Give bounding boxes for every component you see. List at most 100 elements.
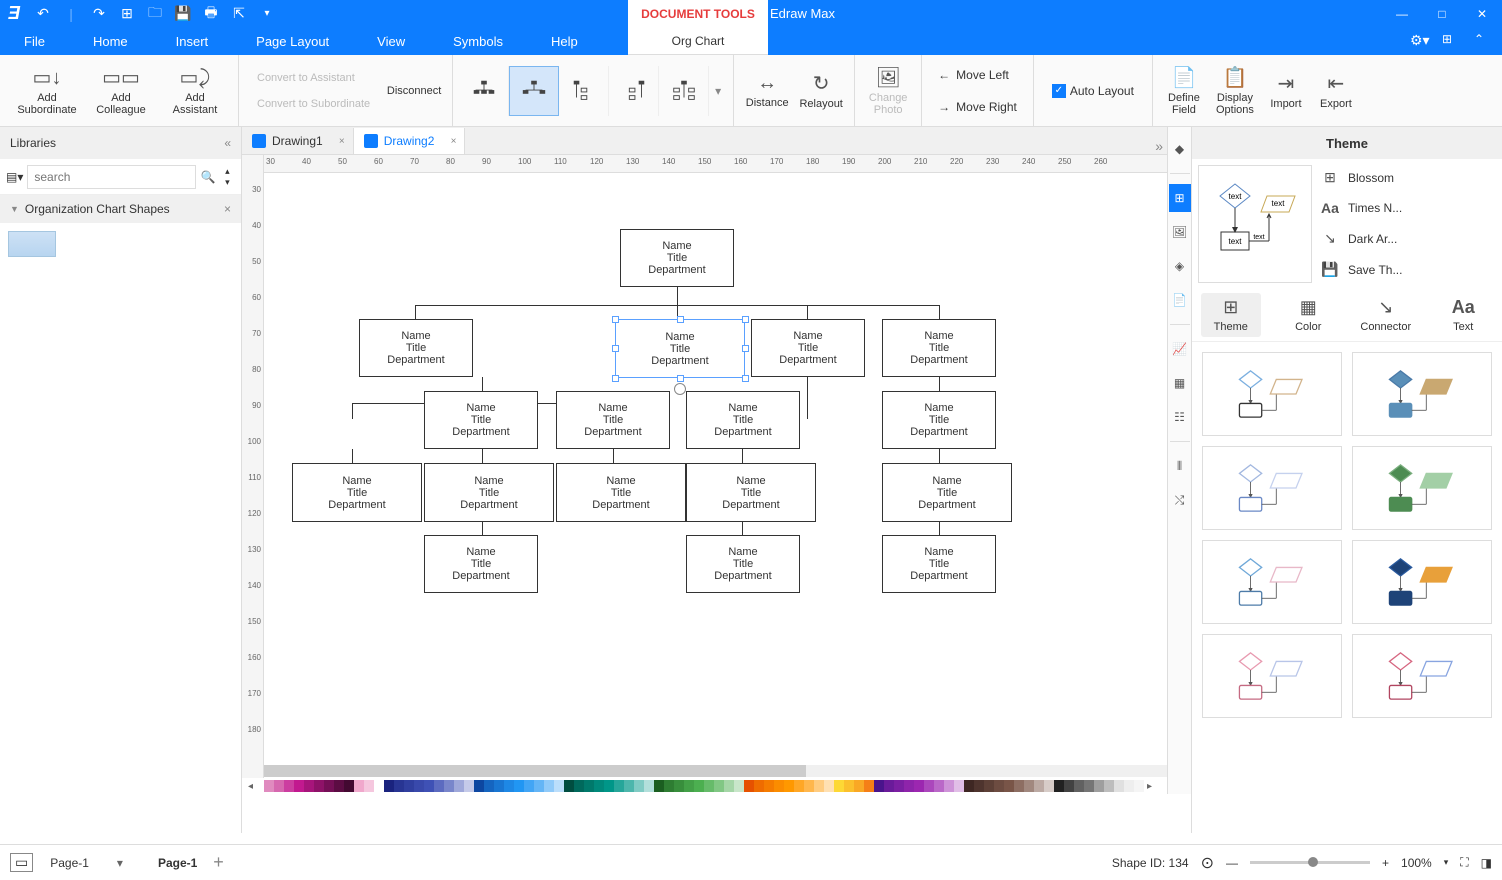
redo-icon[interactable]: ↷ [86,3,112,25]
theme-tool-icon[interactable]: ⊞ [1169,184,1191,212]
layout-style-4[interactable] [609,66,659,116]
org-chart-node[interactable]: NameTitleDepartment [882,391,996,449]
theme-card[interactable] [1352,540,1492,624]
theme-card[interactable] [1202,634,1342,718]
palette-color[interactable] [354,780,364,792]
theme-card[interactable] [1202,446,1342,530]
pages-icon[interactable]: ▭ [10,853,33,872]
palette-color[interactable] [964,780,974,792]
zoom-in-button[interactable]: + [1382,856,1389,870]
palette-color[interactable] [984,780,994,792]
org-chart-node[interactable]: NameTitleDepartment [620,229,734,287]
palette-color[interactable] [314,780,324,792]
palette-color[interactable] [544,780,554,792]
settings-icon[interactable]: ⚙▾ [1410,32,1428,50]
add-colleague-button[interactable]: ▭▭Add Colleague [84,59,158,123]
palette-color[interactable] [954,780,964,792]
palette-color[interactable] [454,780,464,792]
add-page-button[interactable]: + [213,852,224,873]
subtab-theme[interactable]: ⊞Theme [1201,293,1261,337]
palette-color[interactable] [534,780,544,792]
export-button[interactable]: ⇤Export [1311,59,1361,123]
shuffle-tool-icon[interactable]: ⤭ [1169,486,1191,514]
fit-page-icon[interactable]: ⛶ [1460,855,1468,870]
palette-next-icon[interactable]: ▸ [1147,781,1161,792]
palette-color[interactable] [424,780,434,792]
palette-color[interactable] [774,780,784,792]
chart-tool-icon[interactable]: 📈 [1169,335,1191,363]
layout-style-3[interactable] [559,66,609,116]
palette-color[interactable] [894,780,904,792]
palette-color[interactable] [644,780,654,792]
palette-color[interactable] [914,780,924,792]
palette-color[interactable] [1094,780,1104,792]
theme-card[interactable] [1352,352,1492,436]
layout-more-icon[interactable]: ▾ [709,84,727,98]
close-icon[interactable]: ✕ [1462,0,1502,27]
org-chart-node[interactable]: NameTitleDepartment [882,319,996,377]
palette-color[interactable] [704,780,714,792]
palette-color[interactable] [684,780,694,792]
grid-apps-icon[interactable]: ⊞ [1442,32,1460,50]
search-input[interactable] [27,165,196,189]
palette-color[interactable] [1114,780,1124,792]
palette-color[interactable] [634,780,644,792]
palette-color[interactable] [734,780,744,792]
palette-color[interactable] [714,780,724,792]
page-tool-icon[interactable]: 📄 [1169,286,1191,314]
palette-color[interactable] [414,780,424,792]
palette-color[interactable] [594,780,604,792]
layout-style-1[interactable] [459,66,509,116]
define-field-button[interactable]: 📄Define Field [1159,59,1209,123]
undo-icon[interactable]: ↶ [30,3,56,25]
export-qat-icon[interactable]: ⇱ [226,3,252,25]
org-chart-node[interactable]: NameTitleDepartment [686,535,800,593]
palette-color[interactable] [504,780,514,792]
library-filter-icon[interactable]: ▤▾ [6,170,23,184]
expand-right-panel-icon[interactable]: » [1155,138,1163,154]
org-chart-node[interactable]: NameTitleDepartment [751,319,865,377]
align-tool-icon[interactable]: ⫴ [1169,452,1191,480]
search-options-icon[interactable]: ▴▾ [220,166,235,188]
palette-color[interactable] [924,780,934,792]
palette-color[interactable] [494,780,504,792]
palette-color[interactable] [864,780,874,792]
palette-color[interactable] [1044,780,1054,792]
menu-help[interactable]: Help [527,27,602,55]
palette-color[interactable] [674,780,684,792]
palette-color[interactable] [884,780,894,792]
fill-tool-icon[interactable]: ◆ [1169,135,1191,163]
palette-color[interactable] [1064,780,1074,792]
subtab-text[interactable]: AaText [1433,293,1493,337]
minimize-icon[interactable]: — [1382,0,1422,27]
relayout-button[interactable]: ↻Relayout [794,59,848,123]
org-chart-node[interactable]: NameTitleDepartment [556,391,670,449]
palette-color[interactable] [394,780,404,792]
org-chart-node[interactable]: NameTitleDepartment [686,463,816,522]
palette-color[interactable] [444,780,454,792]
open-icon[interactable]: 🗀 [142,3,168,25]
palette-color[interactable] [854,780,864,792]
zoom-out-button[interactable]: — [1226,856,1238,870]
palette-color[interactable] [604,780,614,792]
palette-color[interactable] [754,780,764,792]
maximize-icon[interactable]: □ [1422,0,1462,27]
palette-color[interactable] [334,780,344,792]
add-assistant-button[interactable]: ▭⤸Add Assistant [158,59,232,123]
org-chart-node[interactable]: NameTitleDepartment [882,535,996,593]
layout-style-5[interactable] [659,66,709,116]
palette-color[interactable] [584,780,594,792]
org-chart-node[interactable]: NameTitleDepartment [292,463,422,522]
table-tool-icon[interactable]: ▦ [1169,369,1191,397]
palette-color[interactable] [1024,780,1034,792]
save-icon[interactable]: 💾 [170,3,196,25]
subtab-color[interactable]: ▦Color [1278,293,1338,337]
menu-page-layout[interactable]: Page Layout [232,27,353,55]
close-tab-icon[interactable]: × [451,136,457,147]
convert-subordinate-button[interactable]: Convert to Subordinate [249,94,378,114]
horizontal-scrollbar[interactable] [264,765,1167,777]
palette-color[interactable] [814,780,824,792]
palette-color[interactable] [484,780,494,792]
palette-color[interactable] [274,780,284,792]
distance-button[interactable]: ↔Distance [740,59,794,123]
